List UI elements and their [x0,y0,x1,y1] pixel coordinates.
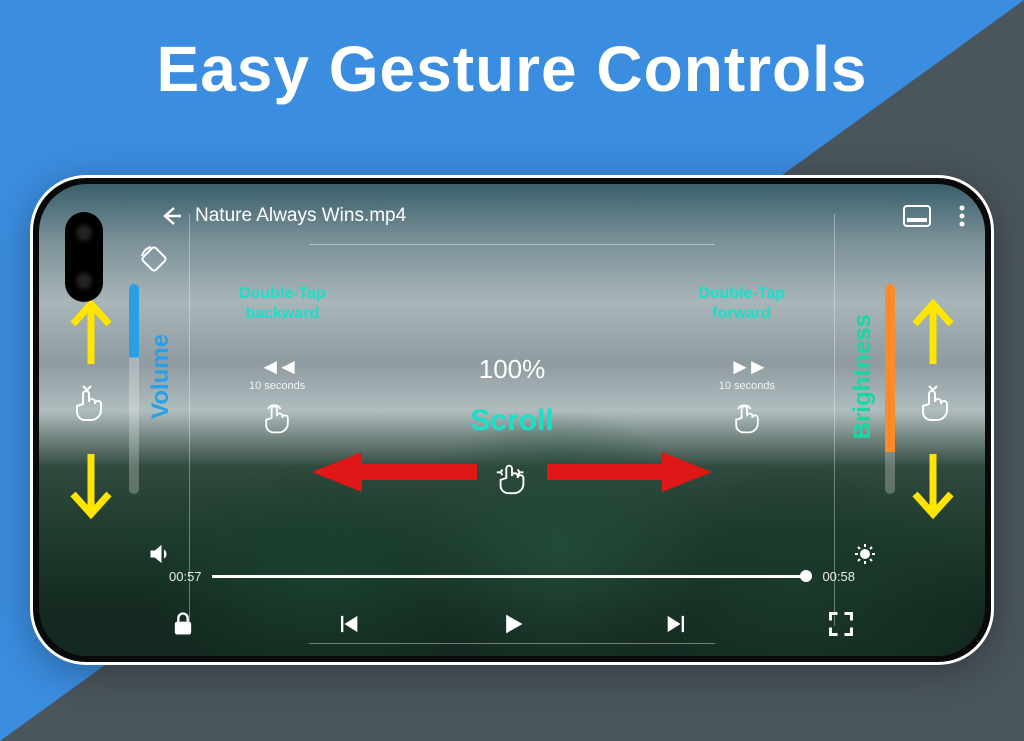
total-time: 00:58 [822,569,855,584]
swipe-hand-icon [915,384,955,424]
speaker-icon[interactable] [147,542,171,566]
back-icon[interactable] [159,204,183,228]
prev-track-icon[interactable] [334,610,362,638]
brightness-bar [885,284,895,494]
seek-backward-overlay: ◄◄ 10 seconds [249,354,305,436]
lock-icon[interactable] [169,610,197,638]
rotate-icon[interactable] [139,244,169,274]
volume-label: Volume [147,334,175,419]
double-tap-fwd-label: Double-Tap forward [698,284,785,324]
seek-forward-overlay: ►► 10 seconds [719,354,775,436]
brightness-icon[interactable] [853,542,877,566]
phone-frame: Nature Always Wins.mp4 Volume [30,175,994,665]
camera-cutout [65,212,103,302]
brightness-label: Brightness [849,314,877,439]
zoom-indicator: 100% [479,354,546,385]
brightness-gesture-zone[interactable]: Brightness [835,274,985,556]
zone-divider-bottom [309,643,715,644]
double-tap-back-label: Double-Tap backward [239,284,326,324]
volume-bar [129,284,139,494]
scroll-label: Scroll [470,404,553,438]
video-player-screen[interactable]: Nature Always Wins.mp4 Volume [39,184,985,656]
next-track-icon[interactable] [663,610,691,638]
page-headline: Easy Gesture Controls [0,32,1024,106]
volume-gesture-zone[interactable]: Volume [39,274,189,556]
swipe-hand-icon [69,384,109,424]
video-title: Nature Always Wins.mp4 [195,205,406,227]
scroll-hand-icon [493,459,531,497]
tap-hand-icon [729,400,765,436]
progress-bar[interactable] [212,575,813,578]
play-icon[interactable] [498,610,526,638]
tap-hand-icon [259,400,295,436]
captions-icon[interactable] [903,205,931,227]
fullscreen-icon[interactable] [827,610,855,638]
more-icon[interactable] [959,204,965,228]
current-time: 00:57 [169,569,202,584]
